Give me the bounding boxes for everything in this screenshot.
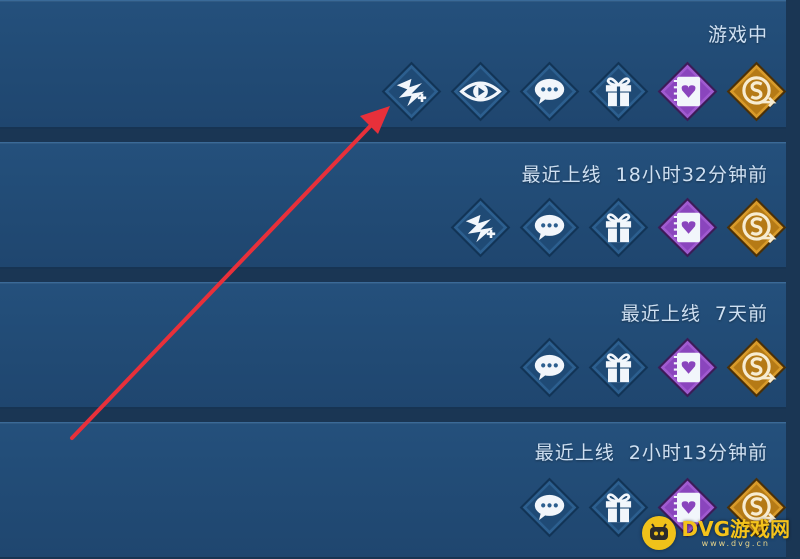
watermark: DVG游戏网 www.dvg.cn bbox=[641, 516, 791, 550]
gift-icon[interactable] bbox=[587, 336, 650, 399]
spectate-icon[interactable] bbox=[449, 60, 512, 123]
transfer-icon[interactable] bbox=[725, 196, 788, 259]
transfer-icon[interactable] bbox=[725, 336, 788, 399]
row-2-status: 最近上线 18小时32分钟前 bbox=[522, 160, 768, 187]
row-1-actions bbox=[380, 60, 788, 123]
row-4-status: 最近上线 2小时13分钟前 bbox=[535, 438, 768, 465]
row-4-status-time: 2小时13分钟前 bbox=[628, 442, 768, 464]
row-2-status-label: 最近上线 bbox=[521, 164, 602, 186]
row-3-status: 最近上线 7天前 bbox=[621, 299, 768, 326]
intimacy-icon[interactable] bbox=[656, 336, 719, 399]
row-2-actions bbox=[449, 196, 788, 259]
gift-icon[interactable] bbox=[587, 60, 650, 123]
watermark-brand: DVG游戏网 bbox=[681, 516, 791, 541]
watermark-logo-icon bbox=[641, 516, 676, 550]
row-4-status-label: 最近上线 bbox=[534, 442, 615, 464]
chat-icon[interactable] bbox=[518, 60, 581, 123]
row-3-actions bbox=[518, 336, 788, 399]
row-1-status-label: 游戏中 bbox=[707, 24, 768, 46]
row-1-status: 游戏中 bbox=[708, 20, 768, 47]
row-2-status-time: 18小时32分钟前 bbox=[615, 164, 768, 186]
chat-icon[interactable] bbox=[518, 476, 581, 539]
row-3-status-label: 最近上线 bbox=[620, 303, 701, 325]
gift-icon[interactable] bbox=[587, 196, 650, 259]
transfer-icon[interactable] bbox=[725, 60, 788, 123]
team-up-icon[interactable] bbox=[380, 60, 443, 123]
intimacy-icon[interactable] bbox=[656, 60, 719, 123]
row-3-status-time: 7天前 bbox=[714, 303, 768, 325]
chat-icon[interactable] bbox=[518, 196, 581, 259]
intimacy-icon[interactable] bbox=[656, 196, 719, 259]
chat-icon[interactable] bbox=[518, 336, 581, 399]
team-up-icon[interactable] bbox=[449, 196, 512, 259]
